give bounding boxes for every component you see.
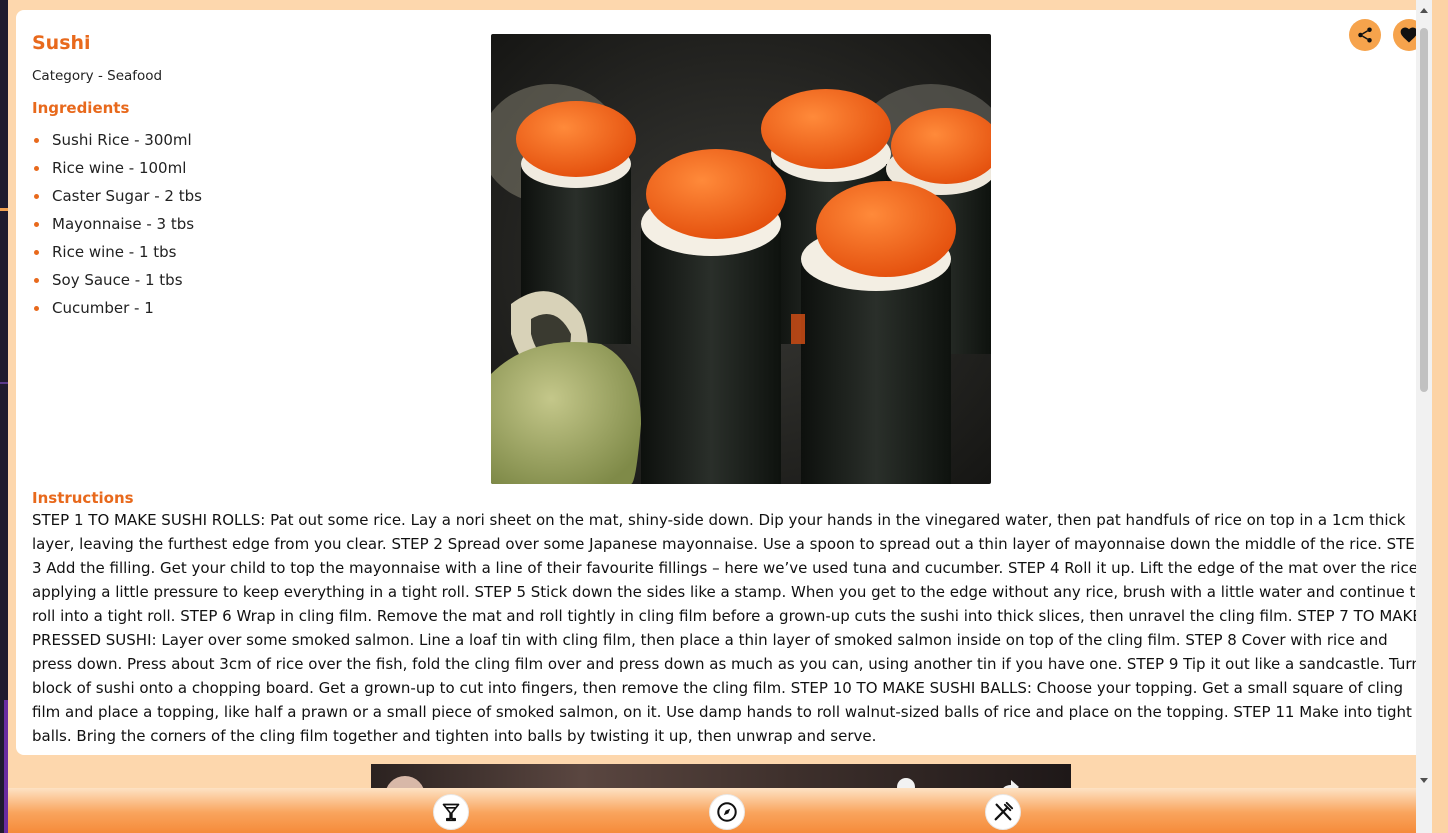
app-viewport: Sushi Category - Seafood Ingredients Sus… [8,0,1432,833]
instructions-heading: Instructions [32,489,134,507]
recipe-category: Category - Seafood [32,68,163,84]
ingredient-item: Soy Sauce - 1 tbs [32,268,202,296]
ingredient-item: Mayonnaise - 3 tbs [32,212,202,240]
ingredients-heading: Ingredients [32,99,130,117]
ingredient-item: Caster Sugar - 2 tbs [32,184,202,212]
ingredient-item: Rice wine - 100ml [32,156,202,184]
recipe-title: Sushi [32,32,91,54]
share-icon [1358,27,1372,43]
scroll-up-icon[interactable] [1420,8,1428,13]
ingredient-item: Sushi Rice - 300ml [32,128,202,156]
scrollbar-thumb[interactable] [1420,28,1428,392]
bottom-navigation [8,788,1432,833]
ingredients-list: Sushi Rice - 300ml Rice wine - 100ml Cas… [32,128,202,324]
compass-icon [717,802,737,822]
share-button[interactable] [1349,19,1381,51]
instructions-text: STEP 1 TO MAKE SUSHI ROLLS: Pat out some… [32,511,1425,745]
ingredient-item: Cucumber - 1 [32,296,202,324]
recipe-photo [491,34,991,484]
scroll-down-icon[interactable] [1420,778,1428,783]
nav-drinks-button[interactable] [433,794,469,830]
nav-explore-button[interactable] [709,794,745,830]
recipe-card: Sushi Category - Seafood Ingredients Sus… [16,10,1425,755]
background-mark [0,382,8,384]
background-window-edge [0,0,8,833]
fork-knife-icon [994,801,1014,821]
cocktail-glass-icon [442,803,460,822]
background-mark [0,208,8,211]
vertical-scrollbar[interactable] [1416,0,1432,833]
nav-meals-button[interactable] [985,794,1021,830]
ingredient-item: Rice wine - 1 tbs [32,240,202,268]
